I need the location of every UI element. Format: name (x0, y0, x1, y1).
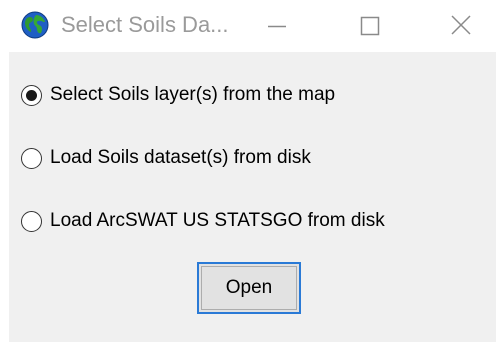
radio-load-from-disk[interactable]: Load Soils dataset(s) from disk (21, 145, 311, 171)
open-button[interactable]: Open (197, 262, 301, 314)
open-button-label: Open (225, 277, 273, 298)
radio-label[interactable]: Select Soils layer(s) from the map (50, 84, 335, 106)
radio-label[interactable]: Load ArcSWAT US STATSGO from disk (50, 210, 385, 232)
maximize-icon (360, 16, 380, 36)
globe-icon (21, 11, 49, 39)
radio-button[interactable] (21, 210, 42, 232)
dialog-window: Select Soils Da... Select Soils layer(s)… (0, 0, 496, 346)
title-bar[interactable]: Select Soils Da... (0, 0, 496, 52)
dialog-body: Select Soils layer(s) from the map Load … (9, 52, 496, 342)
radio-load-statsgo[interactable]: Load ArcSWAT US STATSGO from disk (21, 208, 385, 234)
radio-button-checked[interactable] (21, 84, 42, 106)
close-icon (451, 15, 471, 35)
window-title: Select Soils Da... (61, 12, 229, 37)
close-button[interactable] (432, 0, 492, 52)
radio-dot (26, 89, 37, 101)
maximize-button[interactable] (340, 0, 400, 52)
radio-button[interactable] (21, 147, 42, 169)
minimize-icon (268, 25, 286, 28)
minimize-button[interactable] (248, 0, 308, 52)
radio-label[interactable]: Load Soils dataset(s) from disk (50, 147, 311, 169)
radio-select-from-map[interactable]: Select Soils layer(s) from the map (21, 82, 335, 108)
